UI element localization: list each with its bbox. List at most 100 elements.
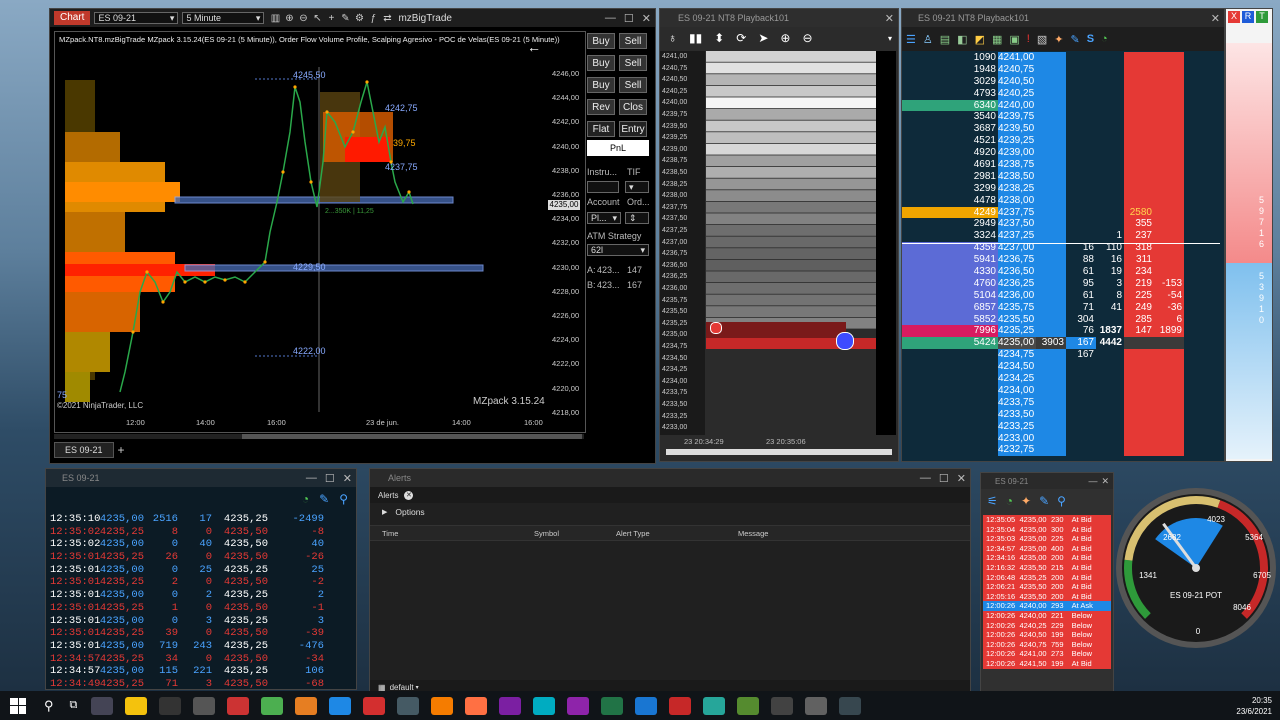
app13-icon[interactable] (771, 696, 794, 715)
fire-icon[interactable]: ♁ (668, 31, 677, 45)
zoom-out-icon[interactable]: ⊖ (296, 13, 310, 24)
wrench-icon[interactable]: ✎ (319, 492, 329, 506)
heatmap-area[interactable]: 4241,00 4240,75 4240,50 4240,25 4240,00 4239,… (660, 51, 898, 451)
add-tab-button[interactable]: + (118, 443, 125, 457)
connection-icon[interactable]: ◔ (302, 492, 309, 506)
close-icon[interactable]: ✕ (642, 12, 651, 25)
app11-icon[interactable] (703, 696, 726, 715)
crosshair-icon[interactable]: + (324, 13, 338, 24)
calculator-icon[interactable] (91, 696, 114, 715)
app-icon[interactable] (159, 696, 182, 715)
ts-row[interactable]: 12:35:02 4235,25 8 0 4235,50 -8 (50, 526, 350, 539)
ts-row[interactable]: 12:34:57 4235,00 115 221 4235,25 106 (50, 665, 350, 678)
account-field[interactable]: Pl... ▾ (587, 212, 621, 224)
dom-row[interactable]: 6857 4235,75 71 41 249 -36 (902, 301, 1220, 314)
clos-button[interactable]: Clos (619, 99, 647, 115)
dom-row[interactable]: 4691 4238,75 (902, 159, 1220, 171)
dom-row[interactable]: 3324 4237,25 1 237 (902, 230, 1220, 243)
ts-row[interactable]: 12:34:49 4235,25 71 3 4235,50 -68 (50, 678, 350, 689)
tape-row[interactable]: 12:00:26 4241,50 199 At Bid (983, 658, 1111, 669)
heatmap-scrollbar[interactable] (666, 449, 892, 455)
app6-icon[interactable] (499, 696, 522, 715)
close-icon[interactable]: ✕ (885, 12, 894, 25)
dom-row[interactable]: 4233,50 (902, 408, 1220, 421)
s-icon[interactable]: S (1087, 33, 1094, 45)
ts-row[interactable]: 12:35:01 4235,25 2 0 4235,50 -2 (50, 576, 350, 589)
ts-row[interactable]: 12:35:01 4235,00 0 25 4235,25 25 (50, 564, 350, 577)
palette-icon[interactable]: ✦ (1021, 494, 1031, 508)
dom-row[interactable]: 4234,75 167 (902, 349, 1220, 362)
ts-row[interactable]: 12:35:02 4235,00 0 40 4235,50 40 (50, 538, 350, 551)
dom-row[interactable]: 5941 4236,75 88 16 311 (902, 254, 1220, 267)
tape-list[interactable]: 12:35:05 4235,00 230 At Bid 12:35:04 4235,00 3… (983, 515, 1111, 669)
opera-icon[interactable] (363, 696, 386, 715)
tape-row[interactable]: 12:06:21 4235,50 200 At Bid (983, 582, 1111, 592)
zoom-in-icon[interactable]: ⊕ (780, 31, 790, 45)
profile-icon[interactable]: ◩ (975, 33, 985, 46)
dom-row[interactable]: 6340 4240,00 (902, 99, 1220, 112)
ts-row[interactable]: 12:34:57 4235,25 34 0 4235,50 -34 (50, 653, 350, 666)
scrollbar-thumb[interactable] (242, 434, 582, 439)
close-icon[interactable]: ✕ (343, 472, 352, 485)
ninjatrader-icon[interactable] (839, 696, 862, 715)
pointer-icon[interactable]: ➤ (758, 31, 768, 45)
sell-button[interactable]: Sell (619, 33, 647, 49)
search-icon[interactable]: ⚲ (339, 492, 348, 506)
app2-icon[interactable] (295, 696, 318, 715)
x-icon[interactable]: X (1228, 11, 1240, 23)
dom-row[interactable]: 2949 4237,50 355 (902, 218, 1220, 231)
dom-row[interactable]: 4234,00 (902, 384, 1220, 397)
flat-button[interactable]: Flat (587, 121, 615, 137)
drawing-icon[interactable]: ✎ (338, 13, 352, 24)
tape-row[interactable]: 12:00:26 4240,25 229 Below (983, 620, 1111, 631)
wrench-icon[interactable]: ✎ (1039, 494, 1049, 508)
app8-icon[interactable] (567, 696, 590, 715)
pointer-icon[interactable]: ↖ (310, 13, 324, 24)
dom-row[interactable]: 4234,50 (902, 361, 1220, 374)
tape-row[interactable]: 12:16:32 4235,50 215 At Bid (983, 562, 1111, 573)
dom-row[interactable]: 4234,25 (902, 373, 1220, 385)
palette-icon[interactable]: ✦ (1054, 33, 1063, 46)
dom-row[interactable]: 4233,75 (902, 396, 1220, 409)
t-icon[interactable]: T (1256, 11, 1268, 23)
tape-row[interactable]: 12:00:26 4240,00 293 At Ask (983, 601, 1111, 611)
tape-row[interactable]: 12:05:16 4235,50 200 At Bid (983, 591, 1111, 602)
close-icon[interactable]: ✕ (1211, 12, 1220, 25)
dom-row[interactable]: 4330 4236,50 61 19 234 (902, 266, 1220, 278)
entry-button[interactable]: Entry (619, 121, 647, 137)
alerts-options[interactable]: ▶ Options (370, 503, 970, 521)
ts-row[interactable]: 12:35:01 4235,25 26 0 4235,50 -26 (50, 551, 350, 564)
firefox-icon[interactable] (465, 696, 488, 715)
dom-row[interactable]: 5852 4235,50 304 285 6 (902, 313, 1220, 326)
tape-row[interactable]: 12:34:16 4235,00 200 At Bid (983, 553, 1111, 563)
refresh-icon[interactable]: ⟳ (736, 31, 746, 45)
strategy-icon[interactable]: ⚙ (352, 13, 366, 24)
instrument-field[interactable] (587, 181, 619, 193)
dom-row[interactable]: 3029 4240,50 (902, 75, 1220, 88)
alerts-column[interactable]: Symbol (522, 529, 604, 538)
satellite-icon[interactable]: ⚟ (987, 494, 998, 508)
task-view-icon[interactable]: ⧉ (70, 699, 78, 712)
minimize-icon[interactable]: — (306, 472, 317, 485)
minimize-icon[interactable]: — (605, 12, 616, 25)
price-chart[interactable]: MZpack.NT8.mzBigTrade MZpack 3.15.24(ES … (54, 31, 586, 433)
column-icon[interactable]: ▤ (940, 33, 950, 46)
maximize-icon[interactable]: ☐ (325, 472, 335, 485)
alerts-tab[interactable]: Alerts (378, 491, 398, 500)
volume-icon[interactable]: ▮▮ (689, 31, 702, 45)
chevron-down-icon[interactable]: ▾ (888, 34, 892, 43)
tape-row[interactable]: 12:35:04 4235,00 300 At Bid (983, 524, 1111, 535)
chart-tab[interactable]: ES 09-21 (54, 442, 114, 458)
app9-icon[interactable] (635, 696, 658, 715)
excel-icon[interactable] (601, 696, 624, 715)
alert-icon[interactable]: ! (1027, 33, 1030, 45)
ts-row[interactable]: 12:35:01 4235,00 719 243 4235,25 -476 (50, 640, 350, 653)
dom-row[interactable]: 5424 4235,00 3903 167 4442 (902, 337, 1220, 350)
zoom-in-icon[interactable]: ⊕ (282, 13, 296, 24)
ts-list[interactable]: 12:35:10 4235,00 2516 17 4235,25 -2499 12:35:0… (50, 513, 350, 689)
connection-icon[interactable]: ◔ (1006, 494, 1013, 508)
atm-selector[interactable]: 62l ▾ (587, 244, 649, 256)
sell-button[interactable]: Sell (619, 55, 647, 71)
app3-icon[interactable] (329, 696, 352, 715)
tape-row[interactable]: 12:35:05 4235,00 230 At Bid (983, 515, 1111, 525)
